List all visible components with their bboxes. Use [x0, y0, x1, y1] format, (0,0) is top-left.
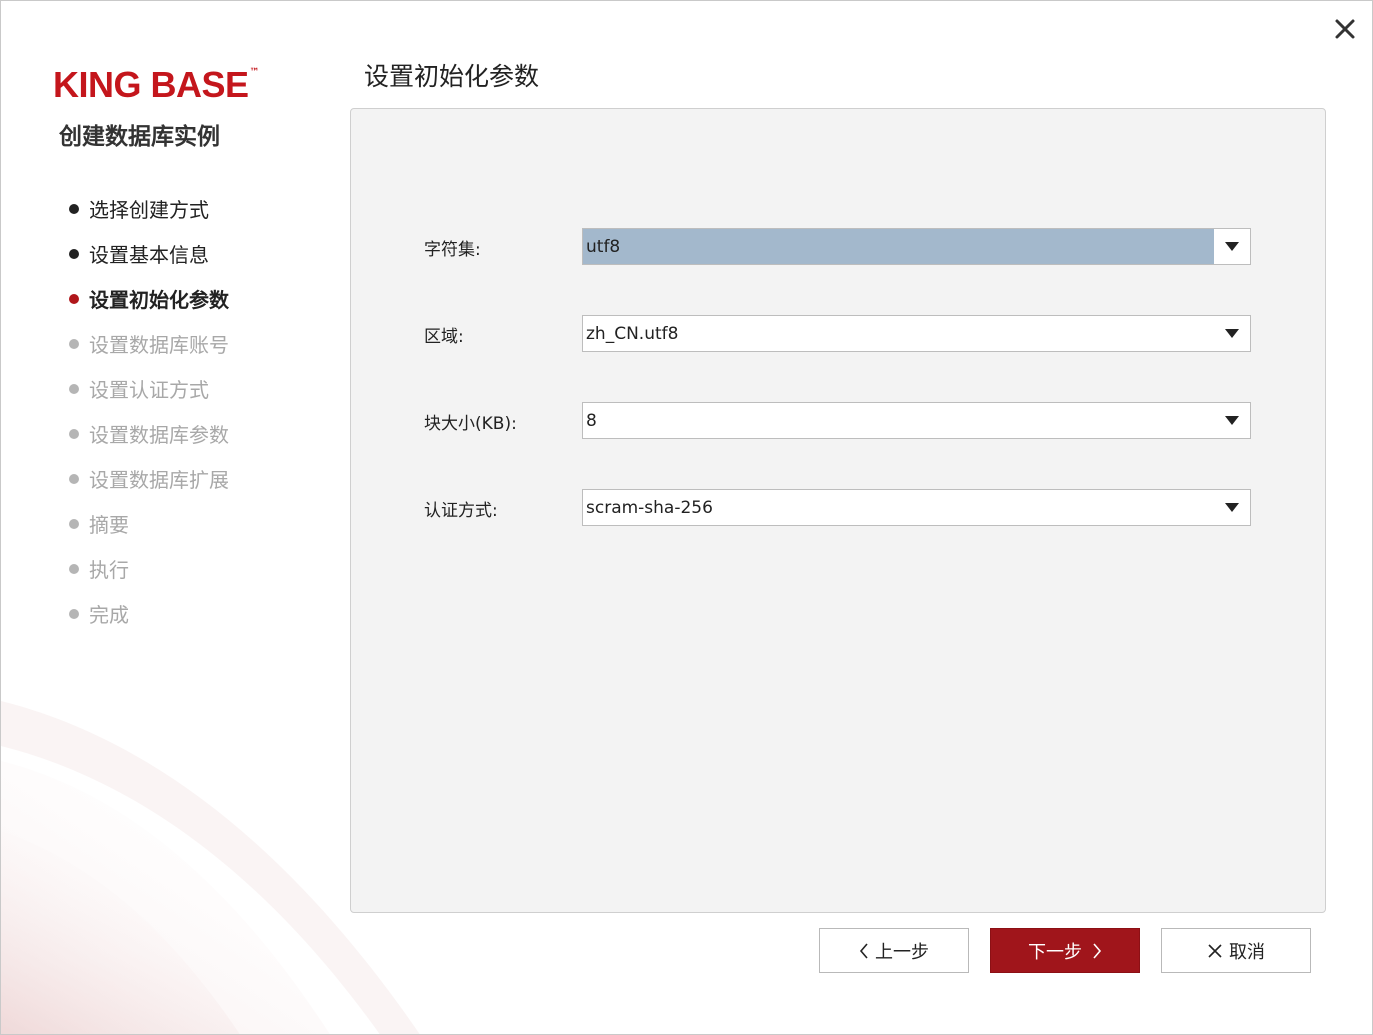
- chevron-down-icon: [1225, 242, 1239, 251]
- auth-method-dropdown-button[interactable]: [1214, 490, 1250, 525]
- prev-button-label: 上一步: [875, 941, 929, 963]
- step-label: 设置认证方式: [89, 378, 209, 402]
- charset-value: utf8: [583, 229, 1214, 264]
- step-label: 设置数据库账号: [89, 333, 229, 357]
- chevron-down-icon: [1225, 329, 1239, 338]
- step-db-extensions: 设置数据库扩展: [69, 456, 229, 501]
- auth-method-value: scram-sha-256: [586, 497, 713, 518]
- step-basic-info: 设置基本信息: [69, 231, 229, 276]
- kingbase-logo: KING BASE™: [53, 63, 288, 107]
- step-label: 设置数据库参数: [89, 423, 229, 447]
- step-dot: [69, 248, 79, 259]
- step-dot: [69, 383, 79, 394]
- chevron-down-icon: [1225, 416, 1239, 425]
- step-db-account: 设置数据库账号: [69, 321, 229, 366]
- page-title: 设置初始化参数: [364, 62, 540, 91]
- cancel-button[interactable]: 取消: [1161, 928, 1311, 973]
- auth-method-label: 认证方式:: [424, 501, 498, 521]
- step-label: 设置初始化参数: [89, 288, 229, 312]
- next-button[interactable]: 下一步: [990, 928, 1140, 973]
- charset-select[interactable]: utf8: [582, 228, 1251, 265]
- close-icon: [1335, 19, 1355, 39]
- step-dot: [69, 473, 79, 484]
- step-init-params: 设置初始化参数: [69, 276, 229, 321]
- close-button[interactable]: [1329, 13, 1361, 45]
- locale-dropdown-button[interactable]: [1214, 316, 1250, 351]
- charset-dropdown-button[interactable]: [1214, 229, 1250, 264]
- prev-button[interactable]: 上一步: [819, 928, 969, 973]
- chevron-right-icon: [1092, 942, 1102, 959]
- next-button-label: 下一步: [1028, 941, 1082, 963]
- step-summary: 摘要: [69, 501, 229, 546]
- step-label: 执行: [89, 558, 129, 582]
- logo-text: KING BASE: [53, 64, 249, 105]
- step-db-params: 设置数据库参数: [69, 411, 229, 456]
- step-dot: [69, 608, 79, 619]
- block-size-value: 8: [586, 410, 597, 431]
- step-label: 完成: [89, 603, 129, 627]
- locale-select[interactable]: zh_CN.utf8: [582, 315, 1251, 352]
- step-dot: [69, 428, 79, 439]
- step-label: 设置数据库扩展: [89, 468, 229, 492]
- step-label: 选择创建方式: [89, 198, 209, 222]
- step-finish: 完成: [69, 591, 229, 636]
- step-dot: [69, 203, 79, 214]
- x-icon: [1207, 943, 1223, 959]
- step-label: 摘要: [89, 513, 129, 537]
- auth-method-select[interactable]: scram-sha-256: [582, 489, 1251, 526]
- logo-trademark: ™: [249, 67, 260, 78]
- step-dot: [69, 563, 79, 574]
- block-size-dropdown-button[interactable]: [1214, 403, 1250, 438]
- step-dot: [69, 293, 79, 304]
- step-dot: [69, 338, 79, 349]
- chevron-left-icon: [859, 942, 869, 959]
- block-size-select[interactable]: 8: [582, 402, 1251, 439]
- step-dot: [69, 518, 79, 529]
- wizard-steps: 选择创建方式 设置基本信息 设置初始化参数 设置数据库账号 设置认证方式 设置数…: [69, 186, 229, 636]
- block-size-label: 块大小(KB):: [424, 414, 517, 434]
- step-auth-method: 设置认证方式: [69, 366, 229, 411]
- cancel-button-label: 取消: [1229, 941, 1265, 963]
- chevron-down-icon: [1225, 503, 1239, 512]
- step-execute: 执行: [69, 546, 229, 591]
- locale-label: 区域:: [424, 327, 464, 347]
- wizard-title: 创建数据库实例: [59, 124, 220, 150]
- charset-label: 字符集:: [424, 240, 481, 260]
- step-label: 设置基本信息: [89, 243, 209, 267]
- locale-value: zh_CN.utf8: [586, 323, 679, 344]
- installer-window: KING BASE™ 创建数据库实例 选择创建方式 设置基本信息 设置初始化参数…: [0, 0, 1373, 1035]
- step-choose-create-mode: 选择创建方式: [69, 186, 229, 231]
